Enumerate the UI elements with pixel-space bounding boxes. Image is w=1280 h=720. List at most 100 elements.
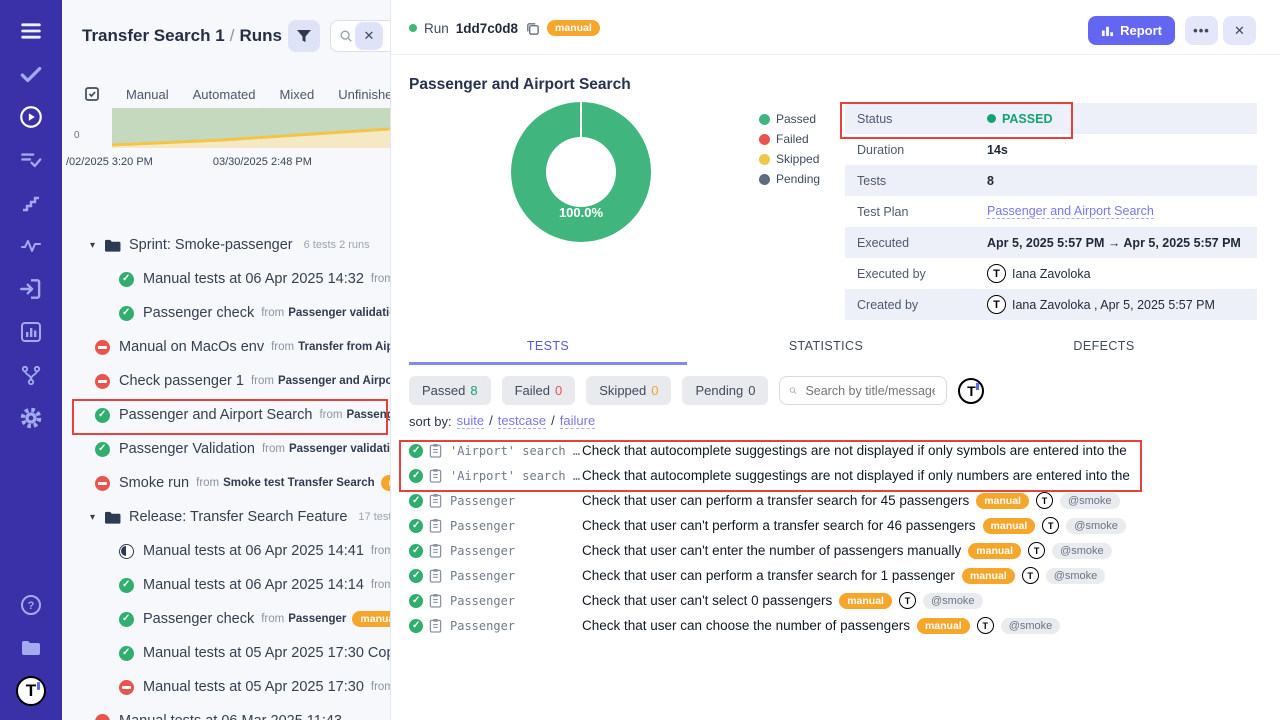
detail-value[interactable]: Passenger and Airport Search <box>987 204 1154 219</box>
sort-by-failure[interactable]: failure <box>560 413 595 429</box>
detail-value-text[interactable]: Passenger and Airport Search <box>987 204 1154 218</box>
sort-by-suite[interactable]: suite <box>457 413 484 429</box>
detail-value: 14s <box>987 143 1008 157</box>
status-failed-icon <box>119 680 134 695</box>
filter-failed-button[interactable]: Failed0 <box>502 376 576 405</box>
tree-run-label: Passenger check <box>143 305 254 321</box>
steps-icon[interactable] <box>16 188 46 218</box>
runs-tree: ▾Sprint: Smoke-passenger6 tests 2 runsMa… <box>62 228 390 720</box>
status-passed-icon <box>119 612 134 627</box>
tree-run-item[interactable]: Manual tests at 05 Apr 2025 17:30fromTra… <box>62 670 390 704</box>
smoke-tag[interactable]: @smoke <box>1046 568 1106 584</box>
tree-run-item[interactable]: Manual tests at 06 Mar 2025 11:43 <box>62 704 390 720</box>
filter-label: Passed <box>422 383 465 398</box>
status-passed-icon <box>409 619 423 633</box>
panel-header: Transfer Search 1/Runs ✕ <box>62 18 390 56</box>
test-suite-name: Passenger <box>450 544 582 558</box>
smoke-tag[interactable]: @smoke <box>1066 518 1126 534</box>
tests-search <box>779 376 947 405</box>
play-icon[interactable] <box>16 102 46 132</box>
activity-icon[interactable] <box>16 231 46 261</box>
menu-icon[interactable] <box>16 16 46 46</box>
report-button[interactable]: Report <box>1088 16 1175 45</box>
filter-skipped-button[interactable]: Skipped0 <box>586 376 671 405</box>
chevron-down-icon[interactable]: ▾ <box>90 512 104 523</box>
test-row[interactable]: 'Airport' search …Check that autocomplet… <box>391 438 1280 463</box>
chevron-down-icon[interactable]: ▾ <box>90 240 104 251</box>
test-row[interactable]: PassengerCheck that user can perform a t… <box>391 488 1280 513</box>
tree-folder[interactable]: ▾Sprint: Smoke-passenger6 tests 2 runs <box>62 228 390 262</box>
avatar: T <box>899 592 916 609</box>
help-icon[interactable]: ? <box>16 590 46 620</box>
copy-icon[interactable] <box>525 21 540 36</box>
status-passed-icon <box>409 494 423 508</box>
tree-run-item[interactable]: Check passenger 1fromPassenger and Airpo… <box>62 364 390 398</box>
list-check-icon[interactable] <box>16 145 46 175</box>
filter-count: 0 <box>748 383 755 398</box>
test-row[interactable]: 'Airport' search …Check that autocomplet… <box>391 463 1280 488</box>
panel-tab-mixed[interactable]: Mixed <box>280 87 315 102</box>
tree-run-item[interactable]: Manual tests at 05 Apr 2025 17:30 Copy <box>62 636 390 670</box>
import-icon[interactable] <box>16 274 46 304</box>
folder-glyph <box>104 510 121 525</box>
report-chart-icon[interactable] <box>16 317 46 347</box>
branch-icon[interactable] <box>16 360 46 390</box>
tree-run-item[interactable]: Passenger checkfromPassengermanual6 <box>62 602 390 636</box>
tree-run-item[interactable]: Manual tests at 06 Apr 2025 14:14fromPas… <box>62 568 390 602</box>
detail-value-text: Iana Zavoloka , Apr 5, 2025 5:57 PM <box>1012 298 1215 312</box>
gear-icon[interactable] <box>16 403 46 433</box>
filter-button[interactable] <box>288 20 320 52</box>
select-all-icon[interactable] <box>82 84 102 104</box>
tab-statistics[interactable]: STATISTICS <box>687 339 965 365</box>
tree-run-item[interactable]: Manual tests at 06 Apr 2025 14:32fromPas… <box>62 262 390 296</box>
detail-value-text: Iana Zavoloka <box>1012 267 1091 281</box>
sort-by-testcase[interactable]: testcase <box>498 413 546 429</box>
tree-run-item[interactable]: Manual on MacOs envfromTransfer from Aip… <box>62 330 390 364</box>
user-avatar[interactable]: T <box>958 378 984 404</box>
more-button[interactable]: ••• <box>1185 16 1218 45</box>
tab-defects[interactable]: DEFECTS <box>965 339 1243 365</box>
tree-run-item[interactable]: Manual tests at 06 Apr 2025 14:41fromTra… <box>62 534 390 568</box>
status-passed-icon <box>119 306 134 321</box>
filter-passed-button[interactable]: Passed8 <box>409 376 491 405</box>
detail-value-text: PASSED <box>1002 112 1052 126</box>
smoke-tag[interactable]: @smoke <box>1052 543 1112 559</box>
search-close-button[interactable]: ✕ <box>355 22 383 50</box>
test-row[interactable]: PassengerCheck that user can't select 0 … <box>391 588 1280 613</box>
tree-run-item[interactable]: Passenger and Airport SearchfromPassenge… <box>62 398 390 432</box>
tree-run-label: Manual tests at 06 Apr 2025 14:32 <box>143 271 364 287</box>
tests-search-input[interactable] <box>803 383 937 399</box>
tree-run-item[interactable]: Passenger checkfromPassenger validationm… <box>62 296 390 330</box>
panel-tab-manual[interactable]: Manual <box>126 87 169 102</box>
app-logo[interactable]: T <box>16 676 46 706</box>
projects-icon[interactable] <box>16 633 46 663</box>
runs-panel: Transfer Search 1/Runs ✕ Manual Automated… <box>62 0 391 720</box>
test-row[interactable]: PassengerCheck that user can perform a t… <box>391 563 1280 588</box>
avatar: T <box>987 295 1006 314</box>
tree-run-item[interactable]: Passenger ValidationfromPassenger valida… <box>62 432 390 466</box>
detail-row-created-by: Created byTIana Zavoloka , Apr 5, 2025 5… <box>845 289 1257 320</box>
check-icon[interactable] <box>16 59 46 89</box>
panel-tab-automated[interactable]: Automated <box>193 87 256 102</box>
smoke-tag[interactable]: @smoke <box>1001 618 1061 634</box>
manual-badge: manual <box>976 493 1029 509</box>
status-failed-icon <box>95 476 110 491</box>
test-row[interactable]: PassengerCheck that user can't enter the… <box>391 538 1280 563</box>
tree-run-from-prefix: from <box>261 613 284 625</box>
filter-pending-button[interactable]: Pending0 <box>682 376 768 405</box>
tree-run-from-prefix: from <box>371 579 390 591</box>
sidebar-bottom-icons: ? T <box>16 590 46 706</box>
breadcrumb-project[interactable]: Transfer Search 1 <box>82 26 225 45</box>
smoke-tag[interactable]: @smoke <box>1060 493 1120 509</box>
test-row[interactable]: PassengerCheck that user can choose the … <box>391 613 1280 638</box>
close-run-button[interactable]: ✕ <box>1223 16 1256 45</box>
detail-label: Executed by <box>845 267 987 281</box>
panel-tab-unfinished[interactable]: Unfinished <box>338 87 391 102</box>
tree-run-label: Smoke run <box>119 475 189 491</box>
test-row[interactable]: PassengerCheck that user can't perform a… <box>391 513 1280 538</box>
tab-tests[interactable]: TESTS <box>409 339 687 365</box>
tree-run-label: Check passenger 1 <box>119 373 244 389</box>
tree-run-item[interactable]: Smoke runfromSmoke test Transfer Searchm… <box>62 466 390 500</box>
tree-folder[interactable]: ▾Release: Transfer Search Feature17 test… <box>62 500 390 534</box>
smoke-tag[interactable]: @smoke <box>923 593 983 609</box>
